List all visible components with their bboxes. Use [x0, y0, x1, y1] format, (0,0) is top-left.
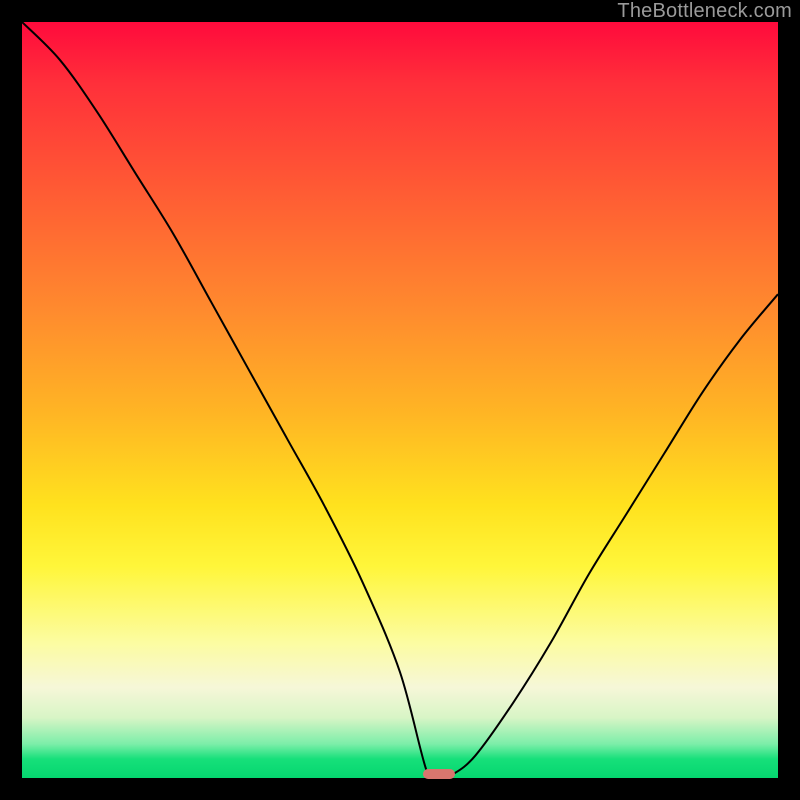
bottleneck-curve — [22, 22, 778, 778]
curve-svg — [22, 22, 778, 778]
bottleneck-marker — [423, 769, 455, 779]
watermark-text: TheBottleneck.com — [617, 0, 792, 23]
plot-frame — [22, 22, 778, 778]
chart-stage: TheBottleneck.com — [0, 0, 800, 800]
